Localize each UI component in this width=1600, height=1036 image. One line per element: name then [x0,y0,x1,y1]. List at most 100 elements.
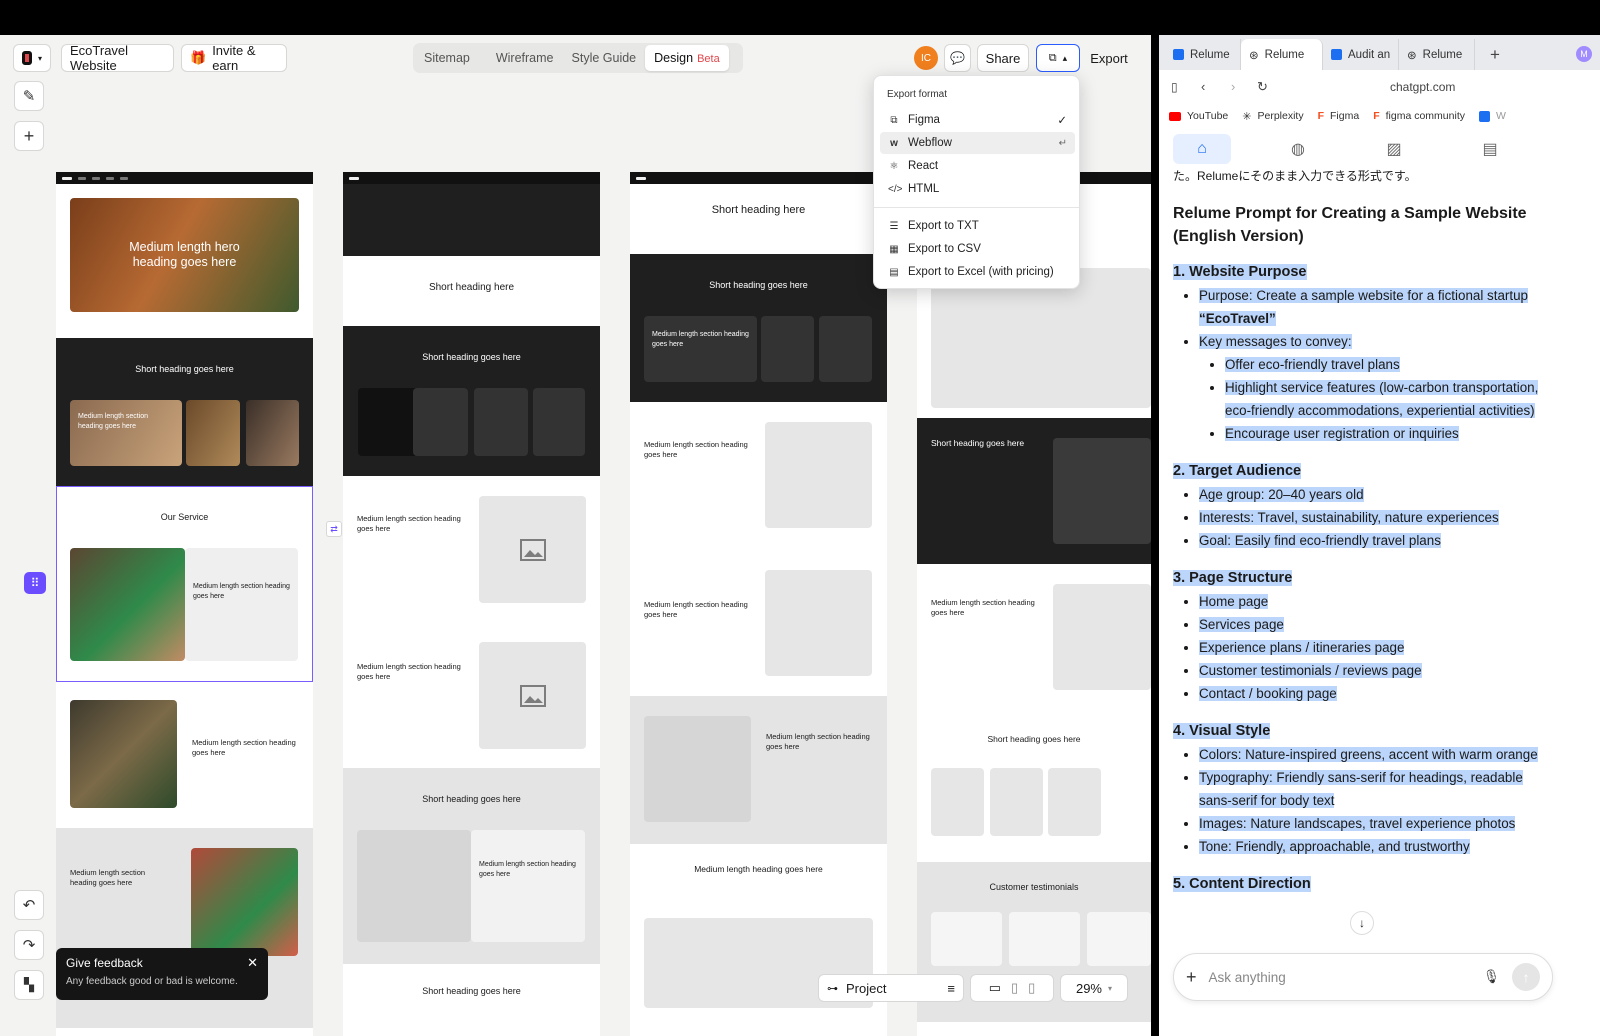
menu-item-figma[interactable]: ⧉ Figma ✓ [880,109,1075,131]
comments-button[interactable]: 💬 [944,44,971,72]
forward-icon[interactable]: › [1231,79,1235,94]
menu-item-webflow[interactable]: w Webflow ↵ [880,132,1075,154]
return-icon: ↵ [1058,137,1067,149]
section-heading: 5. Content Direction [1173,876,1311,892]
section-handle-button[interactable]: ⠿ [24,572,46,594]
page-frame-services[interactable]: Short heading here Short heading goes he… [343,172,600,1036]
os-top-bar [0,0,1600,35]
swap-section-button[interactable]: ⇄ [326,521,342,537]
microphone-icon[interactable]: 🎙 [1483,969,1500,985]
table-icon: ▦ [889,243,899,255]
bookmark-perplexity[interactable]: ✳ Perplexity [1242,110,1303,123]
url-field[interactable]: chatgpt.com [1390,80,1455,94]
home-tab[interactable]: ⌂ [1173,134,1231,164]
grid-dots-icon: ⠿ [30,576,40,590]
sheet-icon: ▤ [889,266,899,278]
calendar-tab[interactable]: ▤ [1461,134,1519,164]
tab-sitemap[interactable]: Sitemap [415,45,479,71]
menu-item-export-excel[interactable]: ▤ Export to Excel (with pricing) [880,261,1075,283]
feedback-title[interactable]: Give feedback [66,956,258,970]
chevron-down-icon: ▾ [37,53,42,63]
browser-tab[interactable]: Relume [1165,39,1241,70]
relume-app: ▾ EcoTravel Website 🎁 Invite & earn Sitem… [0,35,1151,1036]
page-frame-reviews[interactable]: Short heading goes here Medium length se… [917,172,1151,1036]
web-tab[interactable]: ◍ [1269,134,1327,164]
webflow-icon: w [890,137,898,149]
page-frame-plans[interactable]: Short heading here Short heading goes he… [630,172,887,1036]
shuffle-icon: ⇄ [330,523,338,534]
react-icon: ⚛ [889,160,899,172]
export-format-button[interactable]: ⧉ ▴ [1036,44,1080,72]
ai-wand-button[interactable]: ✎ [14,81,44,111]
desktop-icon[interactable]: ▭ [989,980,1001,996]
features-section: Short heading goes here Medium length se… [56,338,313,486]
tab-wireframe[interactable]: Wireframe [487,45,563,71]
project-panel-button[interactable]: ⊶ Project ≡ [818,974,964,1002]
perplexity-icon: ✳ [1242,110,1252,123]
beta-badge: Beta [697,53,720,65]
view-switcher: Sitemap Wireframe Style Guide Design Beta [413,43,743,73]
browser-tab-active[interactable]: ⊛ Relume [1241,39,1323,70]
jp-line: た。Relumeにそのまま入力できる形式です。 [1173,169,1417,183]
image-placeholder-icon [519,684,546,707]
dark-features: Short heading goes here [343,326,600,476]
arrow-up-icon: ↑ [1522,969,1530,985]
tab-design[interactable]: Design Beta [645,45,729,71]
browser-tab-strip: Relume ⊛ Relume Audit an ⊛ Relume + M [1159,35,1600,70]
nav-header [343,172,600,256]
send-button[interactable]: ↑ [1512,963,1540,991]
close-icon[interactable]: ✕ [247,955,258,971]
plus-icon[interactable]: + [1186,967,1197,988]
menu-item-export-txt[interactable]: ☰ Export to TXT [880,215,1075,237]
menu-item-html[interactable]: </> HTML [880,178,1075,200]
our-service-section[interactable]: Our Service Medium length section headin… [56,486,313,682]
bookmark-youtube[interactable]: YouTube [1169,110,1228,122]
sidebar-icon[interactable]: ▯ [1171,80,1178,94]
bookmark-figma-community[interactable]: Ffigma community [1373,110,1465,122]
grey-section: Short heading goes here Medium length se… [343,768,600,964]
menu-item-export-csv[interactable]: ▦ Export to CSV [880,238,1075,260]
logo-menu-button[interactable]: ▾ [13,44,51,72]
scroll-down-button[interactable]: ↓ [1350,911,1374,935]
redo-button[interactable]: ↷ [14,930,44,960]
browser-tab[interactable]: ⊛ Relume [1399,39,1475,70]
project-name-button[interactable]: EcoTravel Website [61,43,174,73]
device-switcher: ▭ ▯ ▯ [970,974,1054,1002]
section-heading: 3. Page Structure [1173,570,1293,586]
section-heading: 4. Visual Style [1173,723,1271,739]
invite-earn-button[interactable]: 🎁 Invite & earn [181,43,287,73]
image-tab[interactable]: ▨ [1365,134,1423,164]
chat-title: Relume Prompt for Creating a Sample Webs… [1173,205,1527,245]
avatar[interactable]: IC [914,46,938,70]
bookmark-figma[interactable]: F Figma [1318,110,1360,122]
profile-avatar[interactable]: M [1576,46,1592,62]
browser-tab[interactable]: Audit an [1323,39,1399,70]
add-button[interactable]: + [14,121,44,151]
tab-style-guide[interactable]: Style Guide [563,45,646,71]
address-bar-row: ▯ ‹ › ↻ chatgpt.com [1159,70,1600,103]
components-button[interactable]: ▚ [14,970,44,1000]
share-button[interactable]: Share [977,44,1029,72]
window-divider[interactable] [1151,35,1159,1036]
back-icon[interactable]: ‹ [1201,79,1205,94]
bookmark-w[interactable]: W [1478,110,1506,122]
section-a: Medium length section heading goes here [343,476,600,622]
chat-input[interactable]: Ask anything [1209,970,1471,985]
new-tab-button[interactable]: + [1475,39,1515,70]
redo-icon: ↷ [22,937,36,954]
relume-logo-icon [22,51,32,65]
feature-row-section: Medium length section heading goes here [56,682,313,828]
image-placeholder-icon [519,538,546,561]
zoom-select[interactable]: 29% ▾ [1060,974,1128,1002]
undo-button[interactable]: ↶ [14,890,44,920]
figma-icon: F [1373,110,1380,122]
youtube-icon [1169,111,1181,121]
reload-icon[interactable]: ↻ [1257,79,1268,95]
page-frame-home[interactable]: Medium length hero heading goes here Sho… [56,172,313,1036]
home-icon: ⌂ [1197,140,1207,157]
figma-icon: ⧉ [1048,51,1057,64]
tablet-icon[interactable]: ▯ [1011,980,1018,996]
menu-item-react[interactable]: ⚛ React [880,155,1075,177]
export-button[interactable]: Export [1082,44,1136,72]
mobile-icon[interactable]: ▯ [1028,980,1035,996]
